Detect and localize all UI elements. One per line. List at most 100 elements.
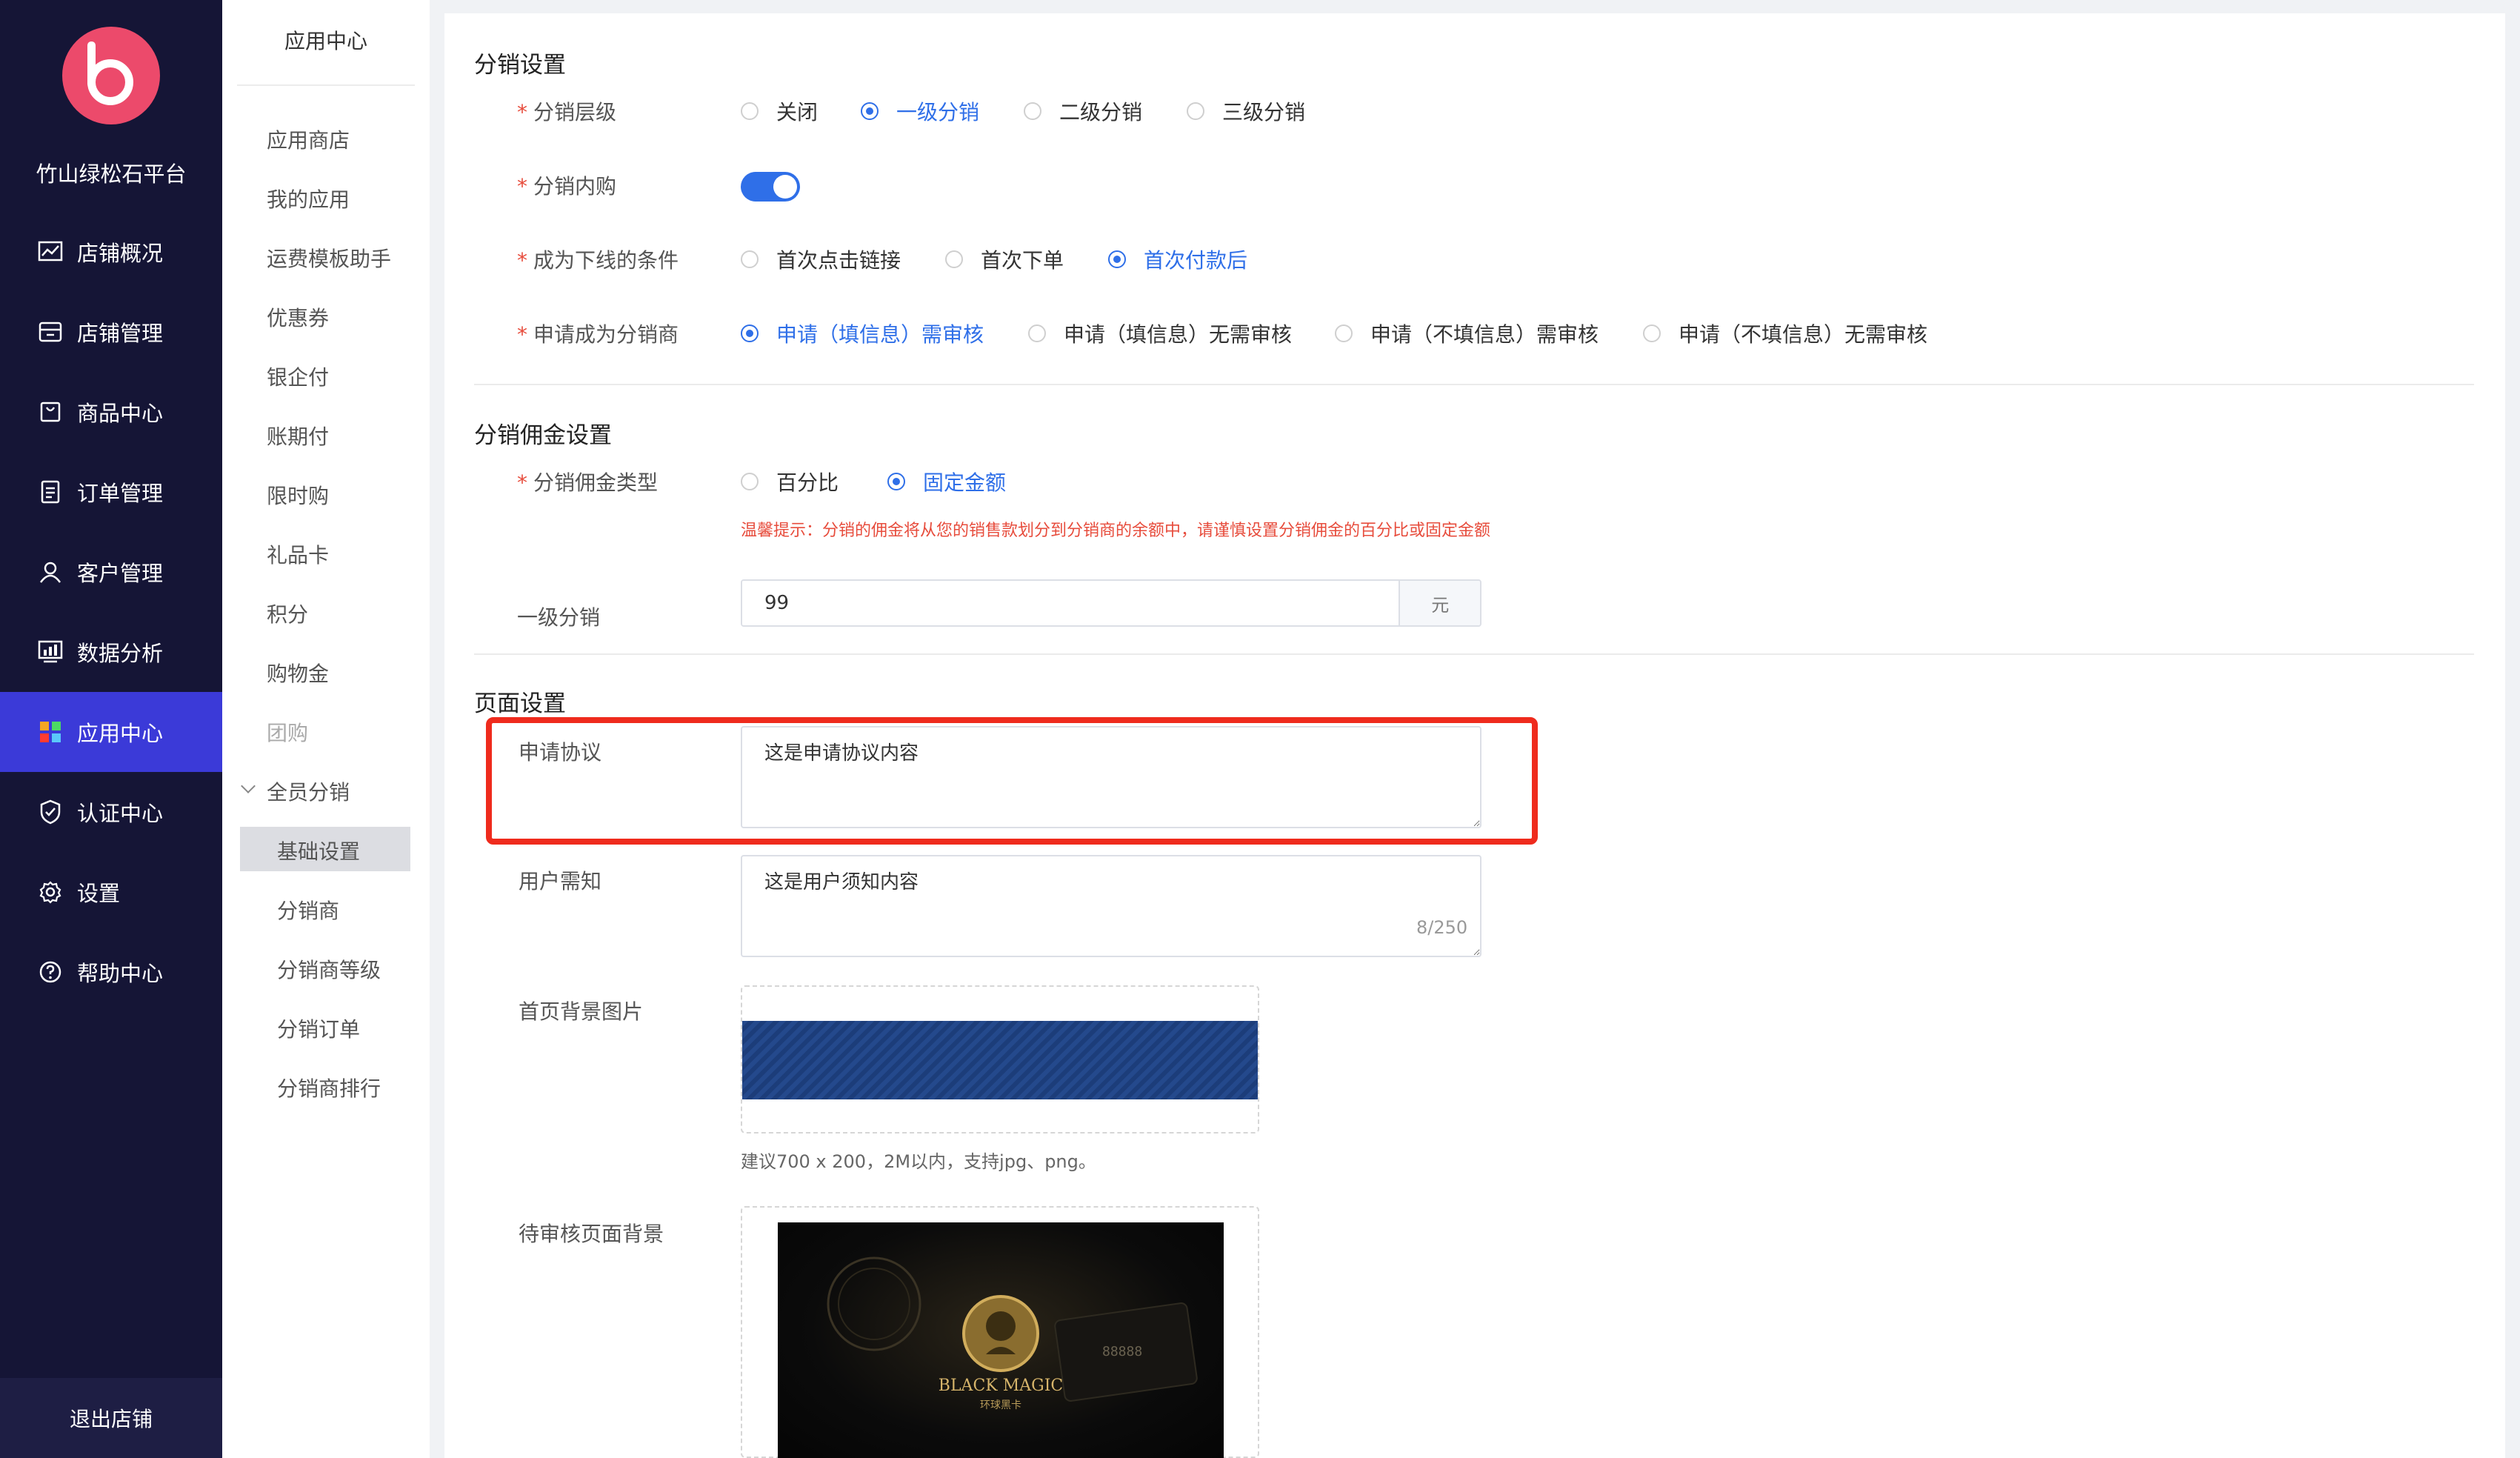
- toggle-knob: [773, 175, 797, 199]
- submenu-item[interactable]: 银企付: [267, 362, 329, 391]
- commission-tip: 温馨提示：分销的佣金将从您的销售款划分到分销商的余额中，请谨慎设置分销佣金的百分…: [741, 522, 1491, 540]
- submenu-item[interactable]: 礼品卡: [267, 539, 329, 569]
- submenu-item[interactable]: 限时购: [267, 480, 329, 510]
- home-bg-preview: [742, 1021, 1258, 1099]
- submenu-item[interactable]: 购物金: [267, 658, 329, 688]
- form-label-commission-type: * 分销佣金类型: [517, 470, 659, 495]
- submenu-child-basic-settings[interactable]: 基础设置: [277, 836, 360, 865]
- radio-commission-fixed[interactable]: 固定金额: [887, 467, 1006, 496]
- form-label-level1: 一级分销: [517, 605, 601, 630]
- notice-textarea[interactable]: [741, 855, 1481, 957]
- main-nav: 竹山绿松石平台 店铺概况 店铺管理 商品中心 订单管理 客户管理 数据分析 应用…: [0, 0, 222, 1458]
- nav-item-label: 认证中心: [77, 801, 164, 826]
- platform-name: 竹山绿松石平台: [36, 162, 187, 187]
- nav-item-label: 店铺管理: [77, 321, 164, 346]
- radio-dot: [741, 473, 759, 490]
- store-icon: [37, 319, 64, 345]
- nav-item-products[interactable]: 商品中心: [0, 372, 222, 452]
- nav-item-help[interactable]: 帮助中心: [0, 932, 222, 1012]
- currency-suffix: 元: [1399, 581, 1480, 625]
- radio-dot: [1335, 324, 1353, 342]
- radio-dot: [741, 324, 759, 342]
- apps-grid-icon: [37, 719, 64, 745]
- radio-dot: [741, 250, 759, 268]
- radio-apply-info-review[interactable]: 申请（填信息）需审核: [741, 319, 984, 348]
- nav-item-label: 应用中心: [77, 721, 164, 746]
- logout-button[interactable]: 退出店铺: [0, 1378, 222, 1458]
- form-label-internal: * 分销内购: [517, 174, 617, 199]
- gear-icon: [37, 879, 64, 905]
- radio-downline-payment[interactable]: 首次付款后: [1108, 244, 1247, 274]
- radio-commission-percent[interactable]: 百分比: [741, 467, 839, 496]
- nav-item-store[interactable]: 店铺管理: [0, 292, 222, 372]
- required-mark: *: [517, 174, 527, 199]
- radio-dot: [1643, 324, 1661, 342]
- radio-dot: [1024, 102, 1041, 120]
- radio-dot: [861, 102, 879, 120]
- submenu-child[interactable]: 分销商排行: [277, 1073, 381, 1102]
- form-label-downline: * 成为下线的条件: [517, 248, 679, 273]
- user-icon: [37, 559, 64, 585]
- shield-icon: [37, 799, 64, 825]
- submenu-item[interactable]: 应用商店: [267, 124, 350, 154]
- card-brand: BLACK MAGIC: [938, 1377, 1064, 1395]
- radio-level-two[interactable]: 二级分销: [1024, 96, 1142, 126]
- bar-chart-icon: [37, 639, 64, 665]
- radio-downline-order[interactable]: 首次下单: [945, 244, 1064, 274]
- nav-item-orders[interactable]: 订单管理: [0, 452, 222, 532]
- radio-level-off[interactable]: 关闭: [741, 96, 818, 126]
- nav-item-label: 商品中心: [77, 401, 164, 426]
- internal-purchase-toggle[interactable]: [741, 172, 800, 202]
- submenu-item[interactable]: 优惠券: [267, 302, 329, 332]
- highlight-box: [486, 717, 1538, 845]
- level1-amount-group: 元: [741, 579, 1481, 627]
- document-icon: [37, 479, 64, 505]
- nav-item-certification[interactable]: 认证中心: [0, 772, 222, 852]
- radio-apply-noinfo-noreview[interactable]: 申请（不填信息）无需审核: [1643, 319, 1927, 348]
- radio-level-three[interactable]: 三级分销: [1187, 96, 1305, 126]
- radio-dot: [1028, 324, 1046, 342]
- form-label-pending-bg: 待审核页面背景: [519, 1222, 664, 1246]
- submenu-child[interactable]: 分销订单: [277, 1013, 360, 1043]
- radio-dot: [741, 102, 759, 120]
- nav-item-label: 帮助中心: [77, 961, 164, 986]
- radio-apply-noinfo-review[interactable]: 申请（不填信息）需审核: [1335, 319, 1599, 348]
- card-art: [827, 1256, 1198, 1402]
- section-title-commission: 分销佣金设置: [474, 422, 612, 449]
- chevron-down-icon[interactable]: [241, 779, 256, 793]
- radio-level-one[interactable]: 一级分销: [861, 96, 979, 126]
- nav-item-label: 客户管理: [77, 561, 164, 586]
- submenu-child[interactable]: 分销商: [277, 895, 339, 925]
- home-bg-upload[interactable]: [741, 985, 1259, 1134]
- form-label-home-bg: 首页背景图片: [519, 999, 644, 1024]
- nav-item-customers[interactable]: 客户管理: [0, 532, 222, 612]
- level1-amount-input[interactable]: [742, 581, 1399, 625]
- nav-item-label: 设置: [77, 881, 121, 906]
- nav-item-settings[interactable]: 设置: [0, 852, 222, 932]
- radio-downline-click[interactable]: 首次点击链接: [741, 244, 901, 274]
- nav-item-overview[interactable]: 店铺概况: [0, 212, 222, 292]
- home-bg-hint: 建议700 x 200，2M以内，支持jpg、png。: [741, 1151, 1096, 1172]
- radio-apply-info-noreview[interactable]: 申请（填信息）无需审核: [1028, 319, 1292, 348]
- divider: [474, 384, 2474, 385]
- radio-dot: [887, 473, 905, 490]
- required-mark: *: [517, 322, 527, 347]
- shopping-bag-icon: [37, 399, 64, 425]
- nav-item-apps[interactable]: 应用中心: [0, 692, 222, 772]
- platform-logo[interactable]: [62, 27, 160, 124]
- radio-dot: [945, 250, 963, 268]
- required-mark: *: [517, 248, 527, 273]
- submenu-item[interactable]: 运费模板助手: [267, 243, 391, 273]
- submenu-item-disabled: 团购: [267, 721, 309, 745]
- submenu-item[interactable]: 账期付: [267, 421, 329, 450]
- nav-item-analytics[interactable]: 数据分析: [0, 612, 222, 692]
- submenu-item[interactable]: 我的应用: [267, 184, 350, 213]
- submenu-child[interactable]: 分销商等级: [277, 954, 381, 984]
- card-subtitle: 环球黑卡: [980, 1399, 1021, 1411]
- submenu-group[interactable]: 全员分销: [267, 776, 350, 806]
- radio-dot: [1108, 250, 1126, 268]
- section-title-page: 页面设置: [474, 690, 566, 717]
- submenu-item[interactable]: 积分: [267, 599, 308, 628]
- radio-dot: [1187, 102, 1204, 120]
- pending-bg-upload[interactable]: BLACK MAGIC 环球黑卡 88888: [741, 1206, 1259, 1458]
